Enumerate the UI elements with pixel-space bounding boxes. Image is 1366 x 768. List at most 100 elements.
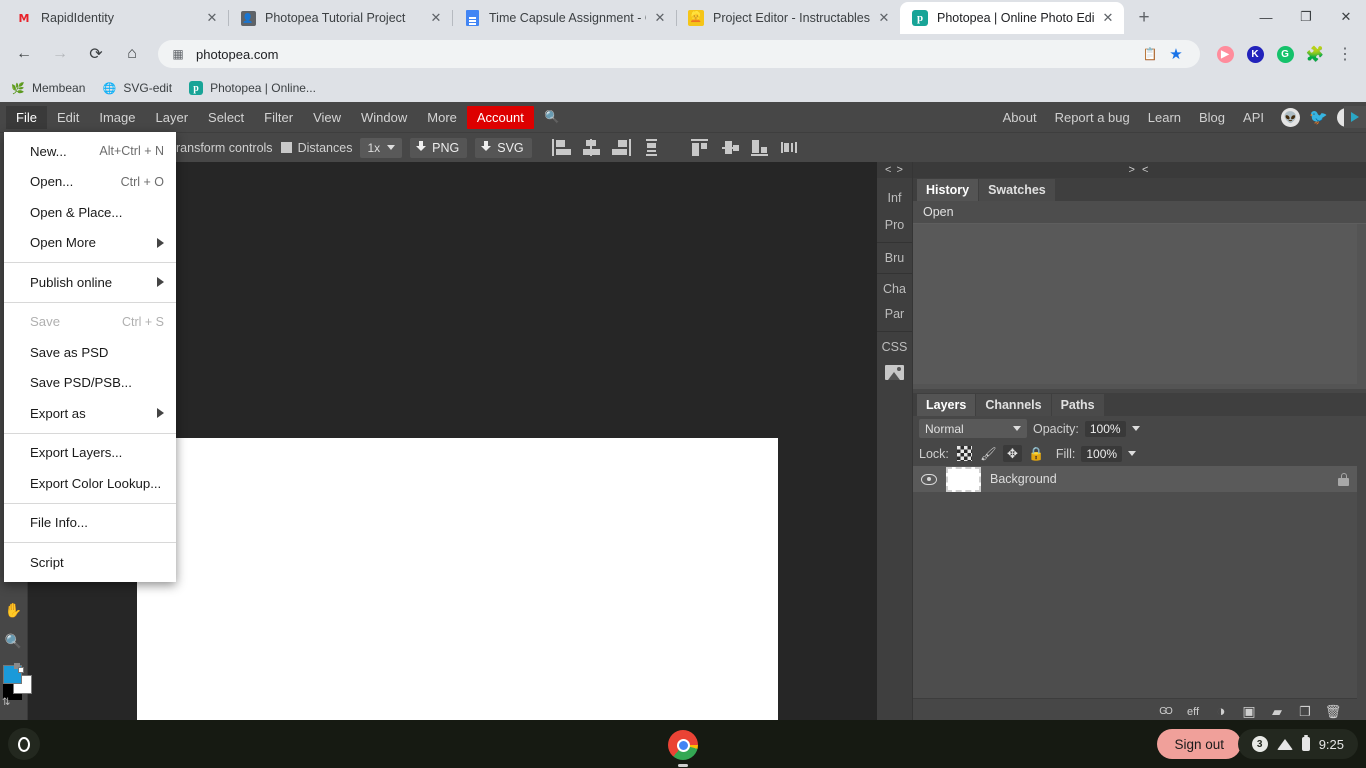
- align-center-vertical-icon[interactable]: [721, 139, 740, 156]
- tab-swatches[interactable]: Swatches: [979, 179, 1055, 201]
- align-right-icon[interactable]: [611, 139, 631, 156]
- menu-image[interactable]: Image: [89, 106, 145, 129]
- tab-close-icon[interactable]: ✕: [876, 10, 892, 26]
- address-bar[interactable]: ▦ photopea.com 📋 ★: [158, 40, 1200, 68]
- layer-effects-icon[interactable]: eff: [1185, 704, 1201, 720]
- reload-icon[interactable]: ⟳: [80, 38, 112, 70]
- lock-paint-icon[interactable]: 🖌: [979, 445, 998, 462]
- menu-window[interactable]: Window: [351, 106, 417, 129]
- align-left-icon[interactable]: [551, 139, 571, 156]
- panel-collapse-grip[interactable]: < >: [877, 162, 912, 178]
- layer-thumbnail[interactable]: [946, 466, 981, 492]
- extensions-puzzle-icon[interactable]: 🧩: [1302, 41, 1328, 67]
- panel-brushes-button[interactable]: Bru: [877, 242, 912, 269]
- tab-close-icon[interactable]: ✕: [652, 10, 668, 26]
- menu-view[interactable]: View: [303, 106, 351, 129]
- distribute-horizontal-icon[interactable]: [780, 139, 800, 156]
- twitter-icon[interactable]: 🐦: [1309, 108, 1328, 127]
- new-layer-icon[interactable]: ❐: [1297, 704, 1313, 720]
- panel-expand-grip[interactable]: > <: [913, 162, 1366, 178]
- menu-filter[interactable]: Filter: [254, 106, 303, 129]
- menu-item-script[interactable]: Script: [4, 547, 176, 578]
- chrome-menu-icon[interactable]: ⋮: [1332, 41, 1358, 67]
- history-item-open[interactable]: Open: [913, 201, 1366, 224]
- opacity-chevron-down-icon[interactable]: [1131, 426, 1140, 431]
- tab-layers[interactable]: Layers: [917, 394, 976, 416]
- layer-row-background[interactable]: Background: [913, 466, 1357, 492]
- align-center-horizontal-icon[interactable]: [582, 139, 601, 156]
- bookmark-star-icon[interactable]: ★: [1164, 42, 1188, 66]
- menu-item-open-more[interactable]: Open More: [4, 228, 176, 259]
- tab-channels[interactable]: Channels: [976, 394, 1051, 416]
- site-info-icon[interactable]: ▦: [170, 46, 186, 62]
- menu-edit[interactable]: Edit: [47, 106, 89, 129]
- bookmark-photopea[interactable]: p Photopea | Online...: [188, 80, 316, 96]
- forward-icon[interactable]: →: [44, 38, 76, 70]
- export-svg-button[interactable]: SVG: [475, 137, 532, 158]
- extension-grammarly-icon[interactable]: G: [1272, 41, 1298, 67]
- window-minimize-button[interactable]: —: [1246, 2, 1286, 32]
- link-blog[interactable]: Blog: [1190, 105, 1234, 130]
- chrome-app-icon[interactable]: [668, 730, 698, 760]
- new-tab-button[interactable]: +: [1130, 4, 1158, 32]
- export-png-button[interactable]: PNG: [410, 137, 468, 158]
- delete-layer-icon[interactable]: 🗑: [1325, 704, 1342, 720]
- reddit-icon[interactable]: 👽: [1281, 107, 1300, 127]
- extension-pink-arrow-icon[interactable]: ▶: [1212, 41, 1238, 67]
- link-about[interactable]: About: [994, 105, 1046, 130]
- tab-close-icon[interactable]: ✕: [204, 10, 220, 26]
- image-thumbnail-icon[interactable]: [877, 358, 912, 386]
- panel-css-button[interactable]: CSS: [877, 331, 912, 358]
- lock-all-icon[interactable]: 🔒: [1027, 445, 1046, 462]
- menu-item-open-and-place[interactable]: Open & Place...: [4, 197, 176, 228]
- system-tray[interactable]: 3 9:25: [1237, 729, 1358, 759]
- tab-close-icon[interactable]: ✕: [428, 10, 444, 26]
- hand-tool[interactable]: ✋: [0, 595, 27, 626]
- window-close-button[interactable]: ✕: [1326, 2, 1366, 32]
- menu-item-export-color-lookup[interactable]: Export Color Lookup...: [4, 468, 176, 499]
- layer-mask-icon[interactable]: ▣: [1241, 703, 1257, 720]
- image-canvas[interactable]: [137, 438, 778, 768]
- menu-item-publish-online[interactable]: Publish online: [4, 267, 176, 298]
- lock-transparency-icon[interactable]: [955, 445, 974, 462]
- home-icon[interactable]: ⌂: [116, 38, 148, 70]
- align-bottom-icon[interactable]: [750, 139, 770, 156]
- distances-checkbox[interactable]: Distances: [280, 141, 352, 155]
- link-layers-icon[interactable]: GO: [1157, 704, 1173, 720]
- new-group-icon[interactable]: ▰: [1269, 704, 1285, 720]
- tab-paths[interactable]: Paths: [1051, 394, 1104, 416]
- default-colors-icon[interactable]: [14, 663, 24, 673]
- panel-paragraph-button[interactable]: Par: [877, 300, 912, 327]
- sign-out-button[interactable]: Sign out: [1157, 729, 1241, 759]
- clipboard-icon[interactable]: 📋: [1138, 42, 1162, 66]
- menu-more[interactable]: More: [417, 106, 467, 129]
- browser-tab-project-editor-instructables[interactable]: 👱 Project Editor - Instructables ✕: [676, 2, 901, 34]
- window-maximize-button[interactable]: ❐: [1286, 2, 1326, 32]
- account-button[interactable]: Account: [466, 105, 534, 129]
- color-swatches[interactable]: ⇅: [0, 661, 32, 708]
- link-report-a-bug[interactable]: Report a bug: [1046, 105, 1139, 130]
- browser-tab-photopea-tutorial-project[interactable]: 👤 Photopea Tutorial Project ✕: [228, 2, 453, 34]
- distribute-vertical-icon[interactable]: [642, 139, 661, 156]
- menu-item-new[interactable]: New... Alt+Ctrl + N: [4, 136, 176, 167]
- adjustment-layer-icon[interactable]: ◑: [1213, 703, 1229, 720]
- launcher-icon[interactable]: [8, 728, 40, 760]
- extension-kami-icon[interactable]: K: [1242, 41, 1268, 67]
- tab-history[interactable]: History: [917, 179, 979, 201]
- browser-tab-photopea-online-photo-editor[interactable]: p Photopea | Online Photo Editor ✕: [900, 2, 1124, 34]
- lock-move-icon[interactable]: ✥: [1002, 445, 1022, 462]
- link-learn[interactable]: Learn: [1139, 105, 1190, 130]
- menu-item-save-psd-psb[interactable]: Save PSD/PSB...: [4, 368, 176, 399]
- zoom-tool[interactable]: 🔍: [0, 626, 27, 657]
- fill-value[interactable]: 100%: [1081, 445, 1123, 462]
- menu-item-export-layers[interactable]: Export Layers...: [4, 438, 176, 469]
- search-icon[interactable]: 🔍: [542, 110, 562, 125]
- swap-colors-icon[interactable]: ⇅: [2, 697, 10, 708]
- browser-tab-rapididentity[interactable]: M RapidIdentity ✕: [4, 2, 229, 34]
- menu-select[interactable]: Select: [198, 106, 254, 129]
- menu-item-open[interactable]: Open... Ctrl + O: [4, 167, 176, 198]
- fill-chevron-down-icon[interactable]: [1128, 451, 1137, 456]
- panel-properties-button[interactable]: Pro: [877, 211, 912, 238]
- browser-tab-time-capsule-assignment[interactable]: Time Capsule Assignment - Goo ✕: [452, 2, 677, 34]
- panel-character-button[interactable]: Cha: [877, 273, 912, 300]
